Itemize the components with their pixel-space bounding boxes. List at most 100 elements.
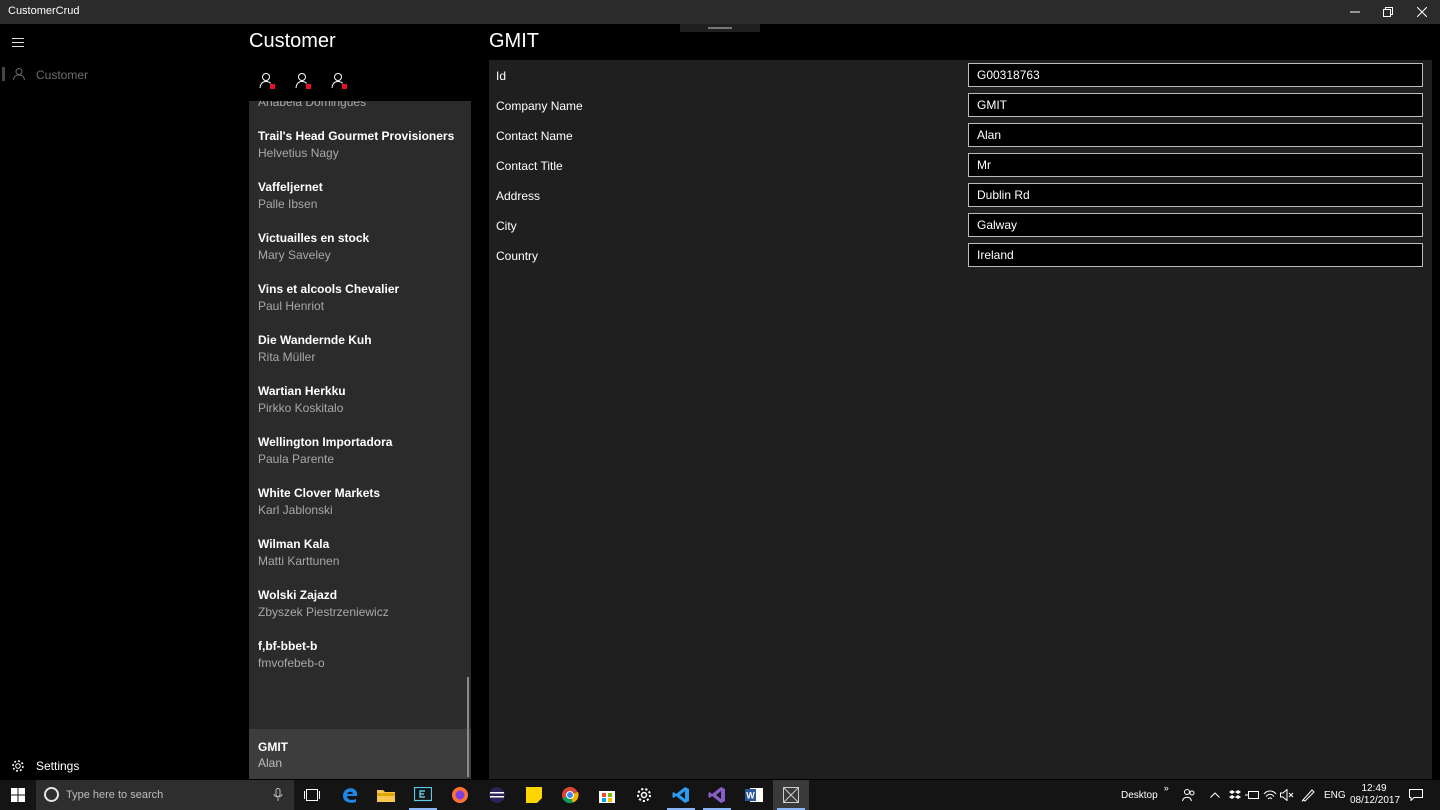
customer-list[interactable]: Anabela Domingues Trail's Head Gourmet P… [249, 101, 471, 779]
field-label: Contact Title [496, 159, 563, 173]
selection-indicator [2, 67, 5, 81]
list-item[interactable]: Victuailles en stock Mary Saveley [249, 231, 471, 282]
detail-title: GMIT [489, 30, 539, 52]
field-label: Contact Name [496, 129, 573, 143]
field-row-city: City [489, 210, 1432, 240]
country-field[interactable] [968, 243, 1423, 267]
contact-name-field[interactable] [968, 123, 1423, 147]
field-label: Company Name [496, 99, 583, 113]
dropbox-tray[interactable] [1226, 780, 1244, 810]
volume-tray[interactable] [1278, 780, 1296, 810]
settings-label: Settings [36, 759, 80, 773]
list-item[interactable]: Die Wandernde Kuh Rita Müller [249, 333, 471, 384]
close-button[interactable] [1405, 0, 1439, 24]
wifi-tray[interactable] [1261, 780, 1279, 810]
id-field[interactable] [968, 63, 1423, 87]
list-item[interactable]: Vins et alcools Chevalier Paul Henriot [249, 282, 471, 333]
field-row-contact-name: Contact Name [489, 120, 1432, 150]
taskbar-customercrud-app[interactable] [773, 780, 809, 810]
wifi-icon [1263, 790, 1277, 800]
list-item-contact: Rita Müller [258, 350, 316, 364]
list-item-company: Die Wandernde Kuh [258, 333, 372, 347]
list-item-company: Victuailles en stock [258, 231, 370, 245]
navigation-pane: Customer Settings [0, 24, 249, 780]
list-item-selected[interactable]: GMIT Alan [249, 729, 471, 779]
list-item[interactable]: White Clover Markets Karl Jablonski [249, 486, 471, 537]
clock-time: 12:49 [1361, 783, 1387, 794]
list-item-company: White Clover Markets [258, 486, 381, 500]
nav-item-customer[interactable]: Customer [0, 64, 249, 86]
list-item-contact: Zbyszek Piestrzeniewicz [258, 605, 389, 619]
list-item-contact: Karl Jablonski [258, 503, 333, 517]
list-item[interactable]: Wartian Herkku Pirkko Koskitalo [249, 384, 471, 435]
list-item-company: Vins et alcools Chevalier [258, 282, 400, 296]
taskbar-edge[interactable] [332, 780, 368, 810]
add-person-icon [259, 73, 275, 89]
taskbar-store[interactable] [589, 780, 625, 810]
language-indicator[interactable]: ENG [1324, 780, 1346, 810]
edge-icon [343, 788, 358, 803]
action-center-button[interactable] [1402, 780, 1430, 810]
city-field[interactable] [968, 213, 1423, 237]
start-button[interactable] [0, 780, 36, 810]
taskbar-visual-studio[interactable] [699, 780, 735, 810]
restore-icon [1383, 7, 1393, 17]
hamburger-menu-button[interactable] [8, 34, 28, 50]
field-row-contact-title: Contact Title [489, 150, 1432, 180]
taskbar-sticky-notes[interactable] [516, 780, 552, 810]
folder-icon [377, 790, 395, 802]
taskbar-word[interactable]: W [736, 780, 772, 810]
battery-tray[interactable] [1243, 780, 1261, 810]
close-icon [1417, 7, 1427, 17]
show-hidden-icons-button[interactable] [1206, 780, 1224, 810]
list-item[interactable]: Trail's Head Gourmet Provisioners Helvet… [249, 129, 471, 180]
edit-person-icon [295, 73, 311, 89]
cortana-icon [44, 787, 59, 802]
list-item[interactable]: Wellington Importadora Paula Parente [249, 435, 471, 486]
nav-item-settings[interactable]: Settings [0, 754, 249, 778]
contact-title-field[interactable] [968, 153, 1423, 177]
pen-tray[interactable] [1298, 780, 1318, 810]
taskbar-eclipse[interactable] [479, 780, 515, 810]
store-icon [599, 791, 615, 803]
volume-muted-icon [1280, 789, 1294, 801]
list-item[interactable]: Wolski Zajazd Zbyszek Piestrzeniewicz [249, 588, 471, 639]
e-app-icon [414, 787, 432, 802]
taskbar-firefox[interactable] [442, 780, 478, 810]
company-name-field[interactable] [968, 93, 1423, 117]
edit-customer-button[interactable] [294, 72, 316, 94]
taskbar-app-e[interactable] [405, 780, 441, 810]
list-item[interactable]: f,bf-bbet-b fmvofebeb-o [249, 639, 471, 690]
delete-customer-button[interactable] [330, 72, 352, 94]
taskbar-settings[interactable] [626, 780, 662, 810]
field-row-country: Country [489, 240, 1432, 270]
visual-studio-icon [708, 787, 725, 803]
drag-handle[interactable] [680, 24, 760, 32]
restore-button[interactable] [1371, 0, 1405, 24]
list-item[interactable]: Vaffeljernet Palle Ibsen [249, 180, 471, 231]
taskbar-file-explorer[interactable] [368, 780, 404, 810]
gear-icon [12, 760, 24, 772]
taskbar-clock[interactable]: 12:49 08/12/2017 [1350, 783, 1400, 807]
task-view-button[interactable] [294, 780, 330, 810]
list-item-contact: Pirkko Koskitalo [258, 401, 344, 415]
add-customer-button[interactable] [258, 72, 280, 94]
delete-person-icon [331, 73, 347, 89]
minimize-button[interactable] [1338, 0, 1372, 24]
list-item-contact: Anabela Domingues [258, 101, 367, 109]
list-scrollbar[interactable] [467, 677, 469, 777]
desktop-toolbar[interactable]: Desktop » [1121, 780, 1169, 810]
field-row-id: Id [489, 60, 1432, 90]
taskbar-vscode[interactable] [663, 780, 699, 810]
taskbar-chrome[interactable] [552, 780, 588, 810]
people-button[interactable] [1178, 780, 1200, 810]
field-label: City [496, 219, 517, 233]
microphone-icon[interactable] [273, 788, 283, 802]
svg-text:W: W [746, 791, 755, 801]
list-item[interactable]: Wilman Kala Matti Karttunen [249, 537, 471, 588]
taskbar-search-box[interactable]: Type here to search [36, 780, 294, 810]
list-item-company: Trail's Head Gourmet Provisioners [258, 129, 455, 143]
sticky-notes-icon [526, 787, 542, 803]
address-field[interactable] [968, 183, 1423, 207]
list-item-contact: fmvofebeb-o [258, 656, 325, 670]
